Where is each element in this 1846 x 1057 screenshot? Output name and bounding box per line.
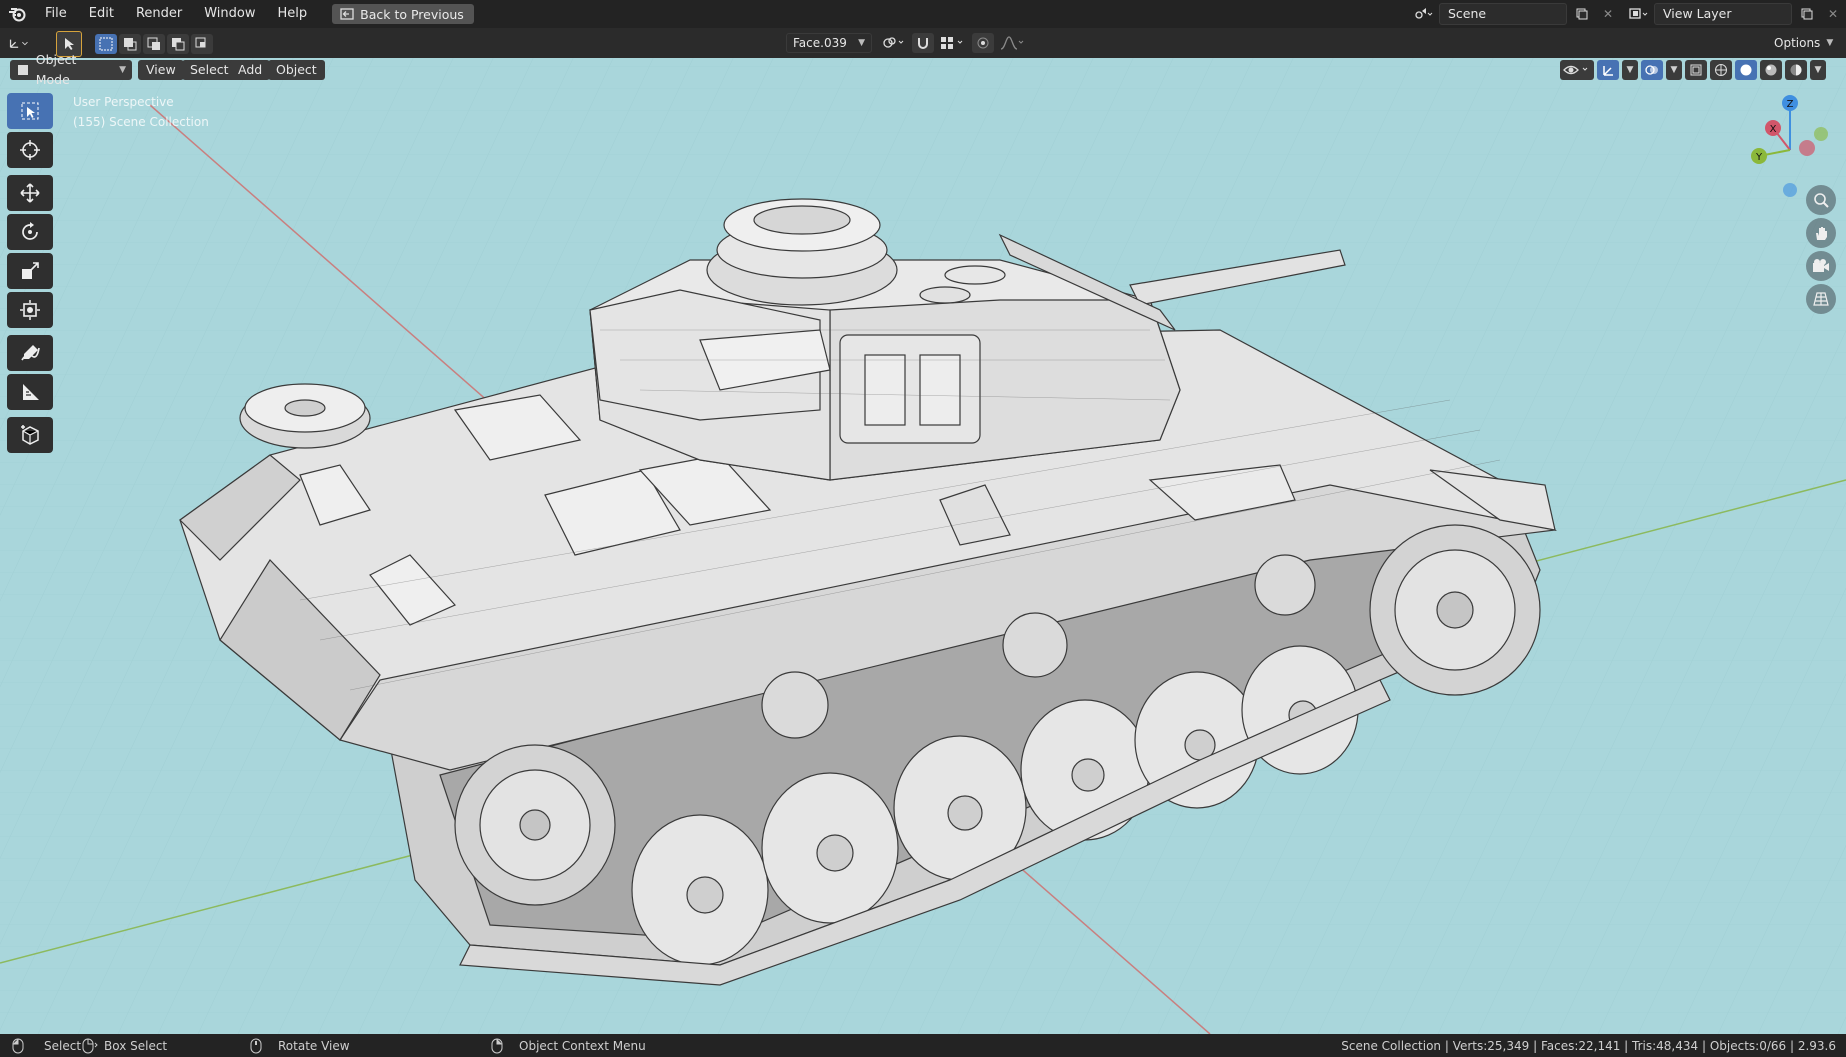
xray-toggle-icon[interactable] — [1685, 60, 1707, 80]
snapping-group — [880, 33, 1028, 53]
status-bar: Select Box Select Rotate View Object Con… — [0, 1034, 1846, 1057]
scene-name-field[interactable]: Scene — [1439, 3, 1567, 25]
material-shading-icon[interactable] — [1760, 60, 1782, 80]
wireframe-shading-icon[interactable] — [1710, 60, 1732, 80]
snap-increment-icon[interactable] — [938, 33, 968, 53]
select-menu[interactable]: Select — [182, 60, 237, 80]
object-mode-dropdown[interactable]: Object Mode ▼ — [10, 52, 132, 87]
tool-settings-bar: Face.039 ▼ Options ▼ — [0, 28, 1846, 59]
move-tool-icon[interactable] — [7, 175, 53, 211]
active-object-dropdown[interactable]: Face.039 ▼ — [786, 33, 872, 53]
viewport-shading-controls: ▼ ▼ ▼ — [1560, 60, 1826, 80]
back-to-previous-button[interactable]: Back to Previous — [332, 4, 474, 24]
overlays-toggle-icon[interactable] — [1641, 60, 1663, 80]
3d-viewport[interactable]: User Perspective (155) Scene Collection … — [0, 58, 1846, 1034]
menu-window[interactable]: Window — [193, 0, 266, 28]
chevron-down-icon: ▼ — [1826, 38, 1834, 48]
view-layer-name-field[interactable]: View Layer — [1654, 3, 1792, 25]
status-box-select-hint: Box Select — [82, 1038, 167, 1054]
gizmo-y-label: Y — [1755, 152, 1763, 163]
perspective-toggle-grid-icon[interactable] — [1806, 284, 1836, 314]
menu-help[interactable]: Help — [267, 0, 319, 28]
top-menu-bar: File Edit Render Window Help Back to Pre… — [0, 0, 1846, 28]
chevron-down-icon[interactable]: ▼ — [1622, 60, 1638, 80]
add-cube-tool-icon[interactable] — [7, 417, 53, 453]
active-object-name: Face.039 — [793, 36, 847, 50]
status-select-label: Select — [44, 1038, 82, 1053]
proportional-edit-icon[interactable] — [972, 33, 994, 53]
view-layer-browse-icon[interactable] — [1628, 4, 1650, 24]
mode-intersect-selection-icon[interactable] — [191, 34, 213, 54]
cursor-tool-icon[interactable] — [7, 132, 53, 168]
view-menu[interactable]: View — [138, 60, 184, 80]
solid-shading-icon[interactable] — [1735, 60, 1757, 80]
new-scene-icon[interactable] — [1571, 4, 1593, 24]
rendered-shading-icon[interactable] — [1785, 60, 1807, 80]
transform-tool-icon[interactable] — [7, 292, 53, 328]
status-context-menu-label: Object Context Menu — [519, 1038, 646, 1053]
mode-difference-selection-icon[interactable] — [167, 34, 189, 54]
mouse-left-icon — [12, 1038, 24, 1053]
options-label: Options — [1774, 36, 1821, 50]
scene-browse-icon[interactable] — [1413, 4, 1435, 24]
visibility-eye-icon[interactable] — [1560, 60, 1594, 80]
mouse-right-icon — [491, 1038, 503, 1053]
mode-extend-selection-icon[interactable] — [119, 34, 141, 54]
status-rotate-view-label: Rotate View — [278, 1038, 350, 1053]
remove-view-layer-icon[interactable]: ✕ — [1822, 4, 1844, 24]
mouse-drag-icon — [82, 1038, 98, 1053]
gizmo-x-label: X — [1770, 124, 1777, 135]
add-menu[interactable]: Add — [230, 60, 271, 80]
viewport-collection-label: (155) Scene Collection — [73, 115, 209, 129]
select-box-tool-icon[interactable] — [7, 93, 53, 129]
toolbar-left — [7, 93, 55, 456]
viewport-scene — [0, 58, 1846, 1034]
gizmo-toggle-icon[interactable] — [1597, 60, 1619, 80]
camera-view-icon[interactable] — [1806, 251, 1836, 281]
pivot-point-icon[interactable] — [880, 33, 908, 53]
falloff-curve-icon[interactable] — [998, 33, 1028, 53]
new-view-layer-icon[interactable] — [1796, 4, 1818, 24]
chevron-down-icon[interactable]: ▼ — [1810, 60, 1826, 80]
menu-file[interactable]: File — [34, 0, 78, 28]
rotate-tool-icon[interactable] — [7, 214, 53, 250]
status-rotate-view-hint: Rotate View — [250, 1038, 350, 1054]
menu-render[interactable]: Render — [125, 0, 193, 28]
object-mode-label: Object Mode — [35, 52, 77, 87]
mode-subtract-selection-icon[interactable] — [143, 34, 165, 54]
back-screen-icon — [340, 8, 354, 20]
options-dropdown[interactable]: Options ▼ — [1768, 33, 1839, 53]
chevron-down-icon: ▼ — [858, 38, 865, 48]
annotate-tool-icon[interactable] — [7, 335, 53, 371]
blender-logo-icon[interactable] — [0, 0, 34, 28]
status-select-hint: Select — [12, 1038, 81, 1054]
scene-statistics: Scene Collection | Verts:25,349 | Faces:… — [1341, 1038, 1836, 1053]
chevron-down-icon[interactable]: ▼ — [1666, 60, 1682, 80]
pan-view-hand-icon[interactable] — [1806, 218, 1836, 248]
editor-type-icon[interactable] — [8, 33, 30, 53]
view-layer-selector: View Layer ✕ — [1628, 3, 1844, 25]
scale-tool-icon[interactable] — [7, 253, 53, 289]
object-mode-icon — [18, 65, 28, 75]
status-context-menu-hint: Object Context Menu — [491, 1038, 646, 1054]
mouse-middle-icon — [250, 1038, 262, 1053]
object-menu[interactable]: Object — [268, 60, 325, 80]
status-box-select-label: Box Select — [104, 1038, 168, 1053]
snap-magnet-icon[interactable] — [912, 33, 934, 53]
measure-tool-icon[interactable] — [7, 374, 53, 410]
chevron-down-icon: ▼ — [119, 65, 126, 75]
scene-selector: Scene ✕ — [1413, 3, 1619, 25]
remove-scene-icon[interactable]: ✕ — [1597, 4, 1619, 24]
back-button-label: Back to Previous — [360, 6, 464, 22]
zoom-view-icon[interactable] — [1806, 185, 1836, 215]
viewport-perspective-label: User Perspective — [73, 95, 174, 109]
menu-edit[interactable]: Edit — [78, 0, 125, 28]
gizmo-z-label: Z — [1787, 99, 1794, 110]
